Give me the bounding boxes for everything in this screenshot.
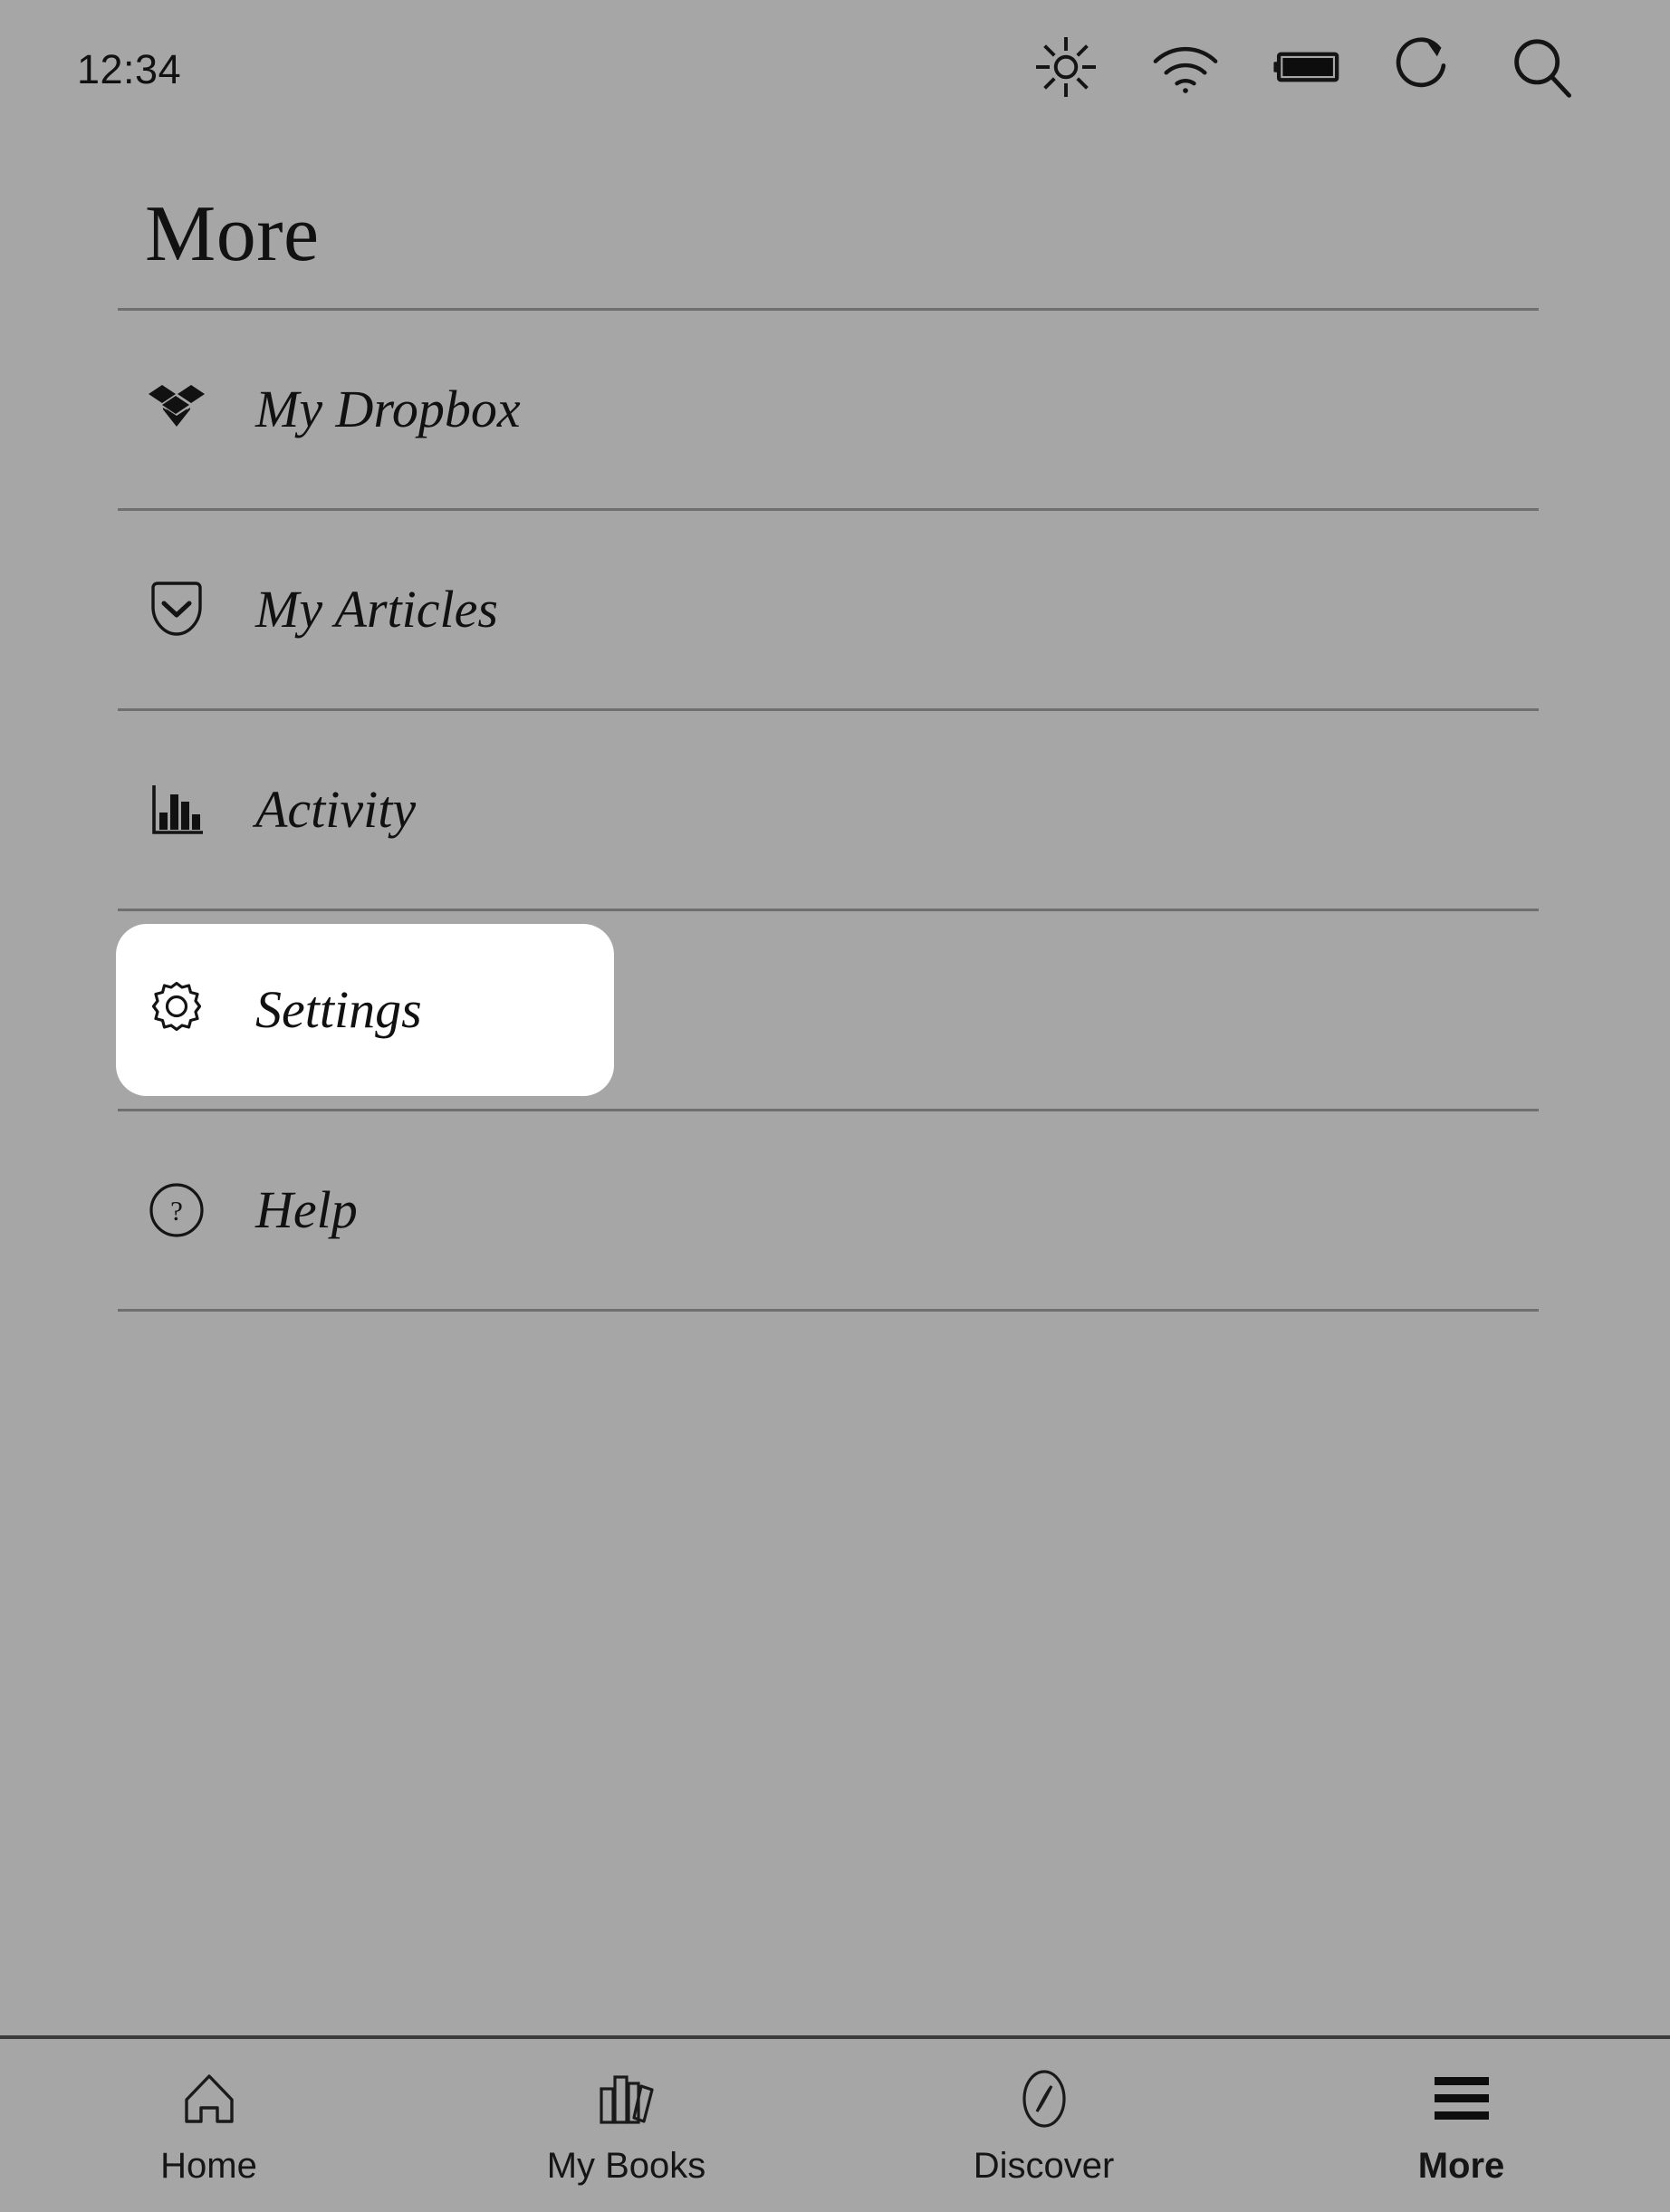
nav-item-more[interactable]: More xyxy=(1252,2039,1670,2212)
menu-item-label: Help xyxy=(255,1184,358,1236)
status-icon-group xyxy=(1033,34,1575,101)
nav-item-label: My Books xyxy=(547,2148,706,2184)
menu-item-label: My Articles xyxy=(255,583,498,636)
nav-item-my-books[interactable]: My Books xyxy=(418,2039,835,2212)
gear-icon xyxy=(145,978,208,1042)
question-circle-icon: ? xyxy=(145,1178,208,1242)
books-icon xyxy=(597,2066,657,2131)
page-title: More xyxy=(145,195,320,274)
status-bar: 12:34 xyxy=(0,0,1670,134)
menu-item-label: Settings xyxy=(255,984,422,1036)
nav-item-home[interactable]: Home xyxy=(0,2039,418,2212)
menu-item-activity[interactable]: Activity xyxy=(0,711,1670,909)
sync-icon[interactable] xyxy=(1392,34,1455,100)
house-icon xyxy=(180,2066,238,2131)
hamburger-icon xyxy=(1429,2066,1494,2131)
nav-item-label: Home xyxy=(160,2148,257,2184)
compass-icon xyxy=(1015,2066,1073,2131)
battery-icon[interactable] xyxy=(1272,49,1339,85)
pocket-icon xyxy=(145,578,208,641)
dropbox-icon xyxy=(145,378,208,441)
nav-item-discover[interactable]: Discover xyxy=(835,2039,1252,2212)
menu-item-my-articles[interactable]: My Articles xyxy=(0,511,1670,708)
menu-item-label: Activity xyxy=(255,784,416,836)
nav-item-label: More xyxy=(1418,2148,1505,2184)
list-divider xyxy=(118,1309,1539,1312)
wifi-icon[interactable] xyxy=(1151,40,1220,94)
bar-chart-icon xyxy=(145,778,208,842)
svg-text:?: ? xyxy=(170,1195,183,1226)
menu-item-label: My Dropbox xyxy=(255,383,521,436)
nav-item-label: Discover xyxy=(974,2148,1115,2184)
bottom-navigation: Home My Books Discover xyxy=(0,2035,1670,2212)
menu-item-help[interactable]: ? Help xyxy=(0,1111,1670,1309)
menu-item-settings[interactable]: Settings xyxy=(0,911,1670,1109)
status-clock: 12:34 xyxy=(77,45,181,90)
more-menu-list: My Dropbox My Articles xyxy=(0,308,1670,1312)
search-icon[interactable] xyxy=(1508,34,1575,101)
menu-item-my-dropbox[interactable]: My Dropbox xyxy=(0,311,1670,508)
brightness-icon[interactable] xyxy=(1033,34,1099,100)
